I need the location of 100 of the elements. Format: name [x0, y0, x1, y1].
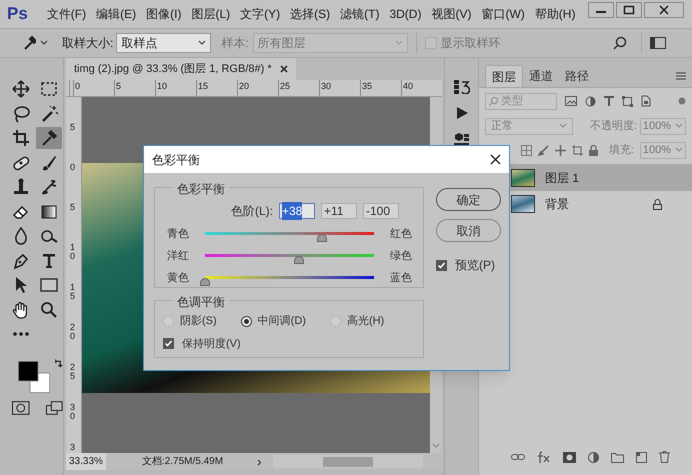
- sample-size-label: 取样大小:: [62, 35, 114, 52]
- show-ring-label: 显示取样环: [440, 35, 501, 52]
- level-input[interactable]: -100: [363, 203, 399, 219]
- minimize-icon[interactable]: [588, 2, 614, 18]
- ruler-number: 20: [70, 323, 76, 341]
- menu-item[interactable]: 窗口(W): [476, 5, 530, 23]
- checkbox[interactable]: [163, 338, 174, 350]
- screen-mode-icon[interactable]: [46, 401, 63, 415]
- close-icon[interactable]: [490, 154, 501, 165]
- ruler-number: 3: [70, 443, 76, 452]
- ruler-number: 5: [114, 80, 155, 96]
- menu-item[interactable]: 图层(L): [186, 5, 236, 23]
- levels-label: 色阶(L):: [231, 203, 273, 220]
- menu-item[interactable]: 选择(S): [285, 5, 336, 23]
- adjustment-filter-icon[interactable]: [585, 96, 596, 106]
- group-title: 色彩平衡: [173, 180, 229, 198]
- dialog-title: 色彩平衡: [152, 152, 200, 168]
- play-icon[interactable]: [454, 106, 468, 120]
- radio-button[interactable]: [240, 316, 252, 327]
- horizontal-scrollbar[interactable]: [273, 455, 424, 468]
- link-icon[interactable]: [511, 453, 525, 461]
- filter-toggle-icon[interactable]: [678, 97, 686, 105]
- document-tab[interactable]: timg (2).jpg @ 33.3% (图层 1, RGB/8#) *: [66, 58, 296, 80]
- workspace-icon[interactable]: [650, 37, 666, 49]
- close-icon[interactable]: [280, 65, 288, 73]
- ruler-number: 10: [70, 243, 76, 261]
- caret-icon: [559, 123, 567, 129]
- fx-icon[interactable]: [537, 451, 551, 463]
- artboard-icon[interactable]: [572, 144, 583, 156]
- caret-icon[interactable]: [40, 40, 48, 46]
- menu-item[interactable]: 文件(F): [42, 5, 92, 23]
- slider-left-label: 洋红: [166, 249, 190, 264]
- fill-label: 填充:: [608, 142, 634, 158]
- lock-icon[interactable]: [589, 144, 598, 156]
- ruler-number: 0: [70, 163, 76, 172]
- trash-icon[interactable]: [659, 451, 670, 463]
- swap-arrow-icon[interactable]: [54, 359, 63, 369]
- radio-label: 中间调(D): [258, 314, 306, 329]
- caret-icon: [394, 40, 403, 46]
- layer-name[interactable]: 图层 1: [545, 169, 580, 187]
- menu-item[interactable]: 帮助(H): [530, 5, 580, 23]
- app-logo: Ps: [7, 3, 28, 26]
- quick-mask-icon[interactable]: [12, 401, 30, 415]
- crop-tool-icon: [11, 128, 31, 148]
- ruler-number: 40: [401, 80, 442, 96]
- ruler-number: 15: [196, 80, 237, 96]
- menu-item[interactable]: 3D(D): [384, 5, 426, 23]
- cancel-button[interactable]: 取消: [436, 219, 501, 242]
- search-icon[interactable]: [613, 36, 627, 50]
- layer-thumbnail: [511, 195, 535, 213]
- type-filter-icon[interactable]: [604, 96, 614, 106]
- group-title: 色调平衡: [173, 293, 229, 311]
- ruler-number: 5: [70, 123, 76, 132]
- history-icon[interactable]: [454, 80, 470, 94]
- ruler-number: 25: [70, 363, 76, 381]
- radio-label: 阴影(S): [180, 314, 217, 329]
- caret-icon: [675, 123, 683, 129]
- lock-pixels-icon[interactable]: [521, 144, 532, 156]
- status-menu-arrow[interactable]: ›: [257, 452, 262, 472]
- panel-tab[interactable]: 图层: [485, 65, 523, 87]
- panel-tab[interactable]: 通道: [523, 65, 559, 87]
- radio-label: 高光(H): [346, 314, 384, 329]
- panel-tab[interactable]: 路径: [559, 65, 595, 87]
- new-layer-icon[interactable]: [636, 452, 647, 462]
- checkbox[interactable]: [436, 260, 447, 270]
- zoom-level: 33.33%: [66, 453, 106, 470]
- folder-icon[interactable]: [611, 452, 624, 462]
- layer-name[interactable]: 背景: [545, 195, 569, 213]
- smart-object-filter-icon[interactable]: [641, 95, 651, 107]
- image-filter-icon[interactable]: [565, 96, 577, 106]
- move-icon[interactable]: [555, 144, 566, 156]
- ruler-number: 35: [360, 80, 401, 96]
- ok-button[interactable]: 确定: [436, 188, 501, 211]
- opacity-label: 不透明度:: [590, 118, 637, 134]
- close-icon[interactable]: [644, 2, 684, 18]
- menu-item[interactable]: 编辑(E): [91, 5, 142, 23]
- level-input[interactable]: +38: [279, 203, 315, 219]
- slider-right-label: 绿色: [390, 249, 412, 264]
- menu-item[interactable]: 滤镜(T): [335, 5, 384, 23]
- stamp-tool-icon: [11, 177, 31, 197]
- ruler-number: 30: [319, 80, 360, 96]
- adjustment-icon[interactable]: [588, 452, 599, 462]
- menu-item[interactable]: 图像(I): [141, 5, 186, 23]
- slider-right-label: 红色: [390, 227, 412, 242]
- ruler-number: 10: [155, 80, 196, 96]
- ruler-number: 20: [237, 80, 278, 96]
- search-icon: [489, 96, 498, 106]
- checkbox-label: 预览(P): [455, 257, 495, 274]
- menu-item[interactable]: 文字(Y): [235, 5, 286, 23]
- level-input[interactable]: +11: [321, 203, 357, 219]
- sample-size-dropdown[interactable]: 取样点: [116, 33, 212, 53]
- slider-thumb[interactable]: [200, 278, 210, 286]
- menu-item[interactable]: 视图(V): [426, 5, 476, 23]
- sample-label: 样本:: [221, 35, 249, 52]
- document-size: 文档:2.75M/5.49M: [142, 454, 224, 469]
- shape-filter-icon[interactable]: [622, 96, 633, 106]
- menu-icon[interactable]: [676, 72, 686, 80]
- mask-icon[interactable]: [563, 452, 576, 462]
- maximize-icon[interactable]: [616, 2, 642, 18]
- color-swatches-icon[interactable]: [18, 359, 50, 395]
